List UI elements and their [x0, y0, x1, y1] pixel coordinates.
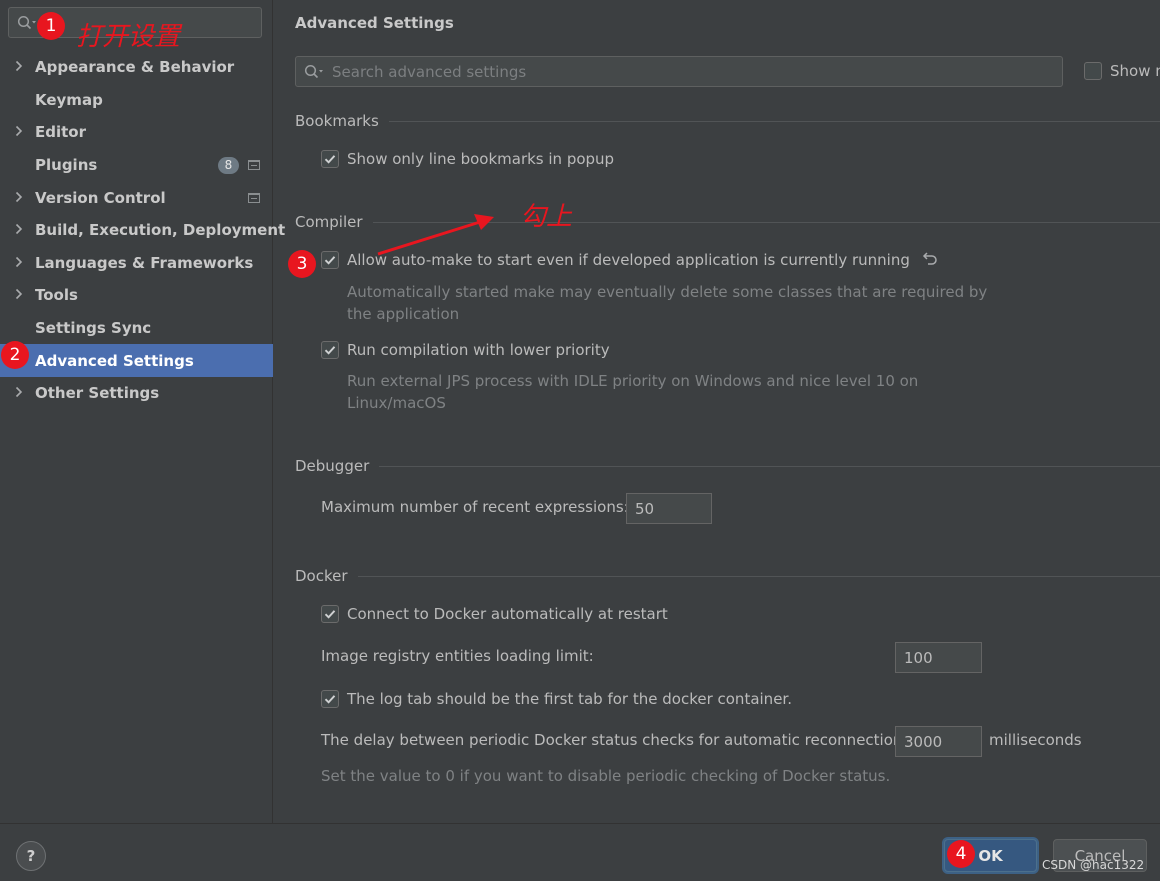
sidebar-item-editor[interactable]: Editor	[0, 116, 273, 149]
sidebar-item-label: Appearance & Behavior	[35, 58, 235, 77]
search-input[interactable]	[332, 57, 1032, 86]
show-modified-checkbox[interactable]: Show n	[1084, 62, 1160, 80]
option-description: Automatically started make may eventuall…	[347, 283, 988, 323]
sidebar-item-keymap[interactable]: Keymap	[0, 84, 273, 117]
section-title: Compiler	[295, 213, 363, 231]
checkbox-unchecked-icon[interactable]	[1084, 62, 1102, 80]
section-header-compiler: Compiler	[295, 213, 1160, 231]
annotation-marker-1: 1	[37, 12, 65, 40]
option-label: The log tab should be the first tab for …	[347, 690, 792, 708]
chevron-right-icon	[14, 123, 24, 141]
section-divider	[357, 575, 1160, 577]
advanced-settings-search[interactable]	[295, 56, 1063, 87]
chevron-right-icon	[14, 221, 24, 239]
option-lower-priority-compilation[interactable]: Run compilation with lower priority	[321, 341, 610, 359]
section-title: Docker	[295, 567, 348, 585]
sidebar-item-label: Editor	[35, 123, 86, 142]
registry-limit-input[interactable]: 100	[895, 642, 982, 673]
option-label: Allow auto-make to start even if develop…	[347, 251, 910, 269]
option-description: Run external JPS process with IDLE prior…	[347, 372, 919, 412]
sidebar-item-tools[interactable]: Tools	[0, 279, 273, 312]
checkbox-checked-icon[interactable]	[321, 251, 339, 269]
section-header-debugger: Debugger	[295, 457, 1160, 475]
project-level-icon	[248, 192, 260, 203]
option-label: Run compilation with lower priority	[347, 341, 610, 359]
checkbox-checked-icon[interactable]	[321, 341, 339, 359]
dialog-footer: ? OK Cancel CSDN @hac1322	[0, 823, 1160, 881]
option-connect-docker-restart[interactable]: Connect to Docker automatically at resta…	[321, 605, 668, 623]
chevron-right-icon	[14, 286, 24, 304]
settings-nav: Appearance & Behavior Keymap Editor Plug…	[0, 51, 285, 410]
chevron-right-icon	[14, 254, 24, 272]
option-log-tab-first[interactable]: The log tab should be the first tab for …	[321, 690, 792, 708]
sidebar-item-settings-sync[interactable]: Settings Sync	[0, 312, 273, 345]
plugins-count-badge: 8	[218, 156, 239, 174]
sidebar-item-appearance-behavior[interactable]: Appearance & Behavior	[0, 51, 273, 84]
sidebar-item-label: Keymap	[35, 90, 103, 109]
watermark: CSDN @hac1322	[1042, 858, 1145, 872]
help-button[interactable]: ?	[16, 841, 46, 871]
checkbox-checked-icon[interactable]	[321, 150, 339, 168]
sidebar-item-label: Plugins	[35, 156, 98, 175]
sidebar-item-label: Languages & Frameworks	[35, 253, 254, 272]
option-allow-auto-make[interactable]: Allow auto-make to start even if develop…	[321, 251, 938, 269]
sidebar-item-label: Settings Sync	[35, 319, 152, 338]
sidebar-item-label: Tools	[35, 286, 78, 305]
max-recent-expressions-label: Maximum number of recent expressions:	[321, 498, 629, 516]
option-label: Show only line bookmarks in popup	[347, 150, 615, 168]
registry-limit-label: Image registry entities loading limit:	[321, 647, 594, 665]
section-title: Debugger	[295, 457, 370, 475]
search-icon	[304, 64, 324, 84]
section-divider	[379, 465, 1160, 467]
section-divider	[372, 221, 1160, 223]
max-recent-expressions-input[interactable]: 50	[626, 493, 712, 524]
docker-delay-label: The delay between periodic Docker status…	[321, 731, 908, 749]
sidebar-item-languages-frameworks[interactable]: Languages & Frameworks	[0, 247, 273, 280]
reset-undo-icon[interactable]	[922, 251, 938, 269]
section-title: Bookmarks	[295, 112, 379, 130]
chevron-right-icon	[14, 58, 24, 76]
chevron-right-icon	[14, 384, 24, 402]
settings-sidebar: Appearance & Behavior Keymap Editor Plug…	[0, 0, 285, 823]
option-line-bookmarks-popup[interactable]: Show only line bookmarks in popup	[321, 150, 614, 168]
section-header-bookmarks: Bookmarks	[295, 112, 1160, 130]
docker-delay-unit: milliseconds	[989, 731, 1082, 749]
chevron-right-icon	[14, 189, 24, 207]
annotation-marker-3: 3	[288, 250, 316, 278]
docker-delay-note: Set the value to 0 if you want to disabl…	[321, 767, 891, 785]
sidebar-item-label: Build, Execution, Deployment	[35, 221, 286, 240]
search-icon	[17, 15, 37, 35]
checkbox-checked-icon[interactable]	[321, 605, 339, 623]
docker-delay-input[interactable]: 3000	[895, 726, 982, 757]
sidebar-item-label: Other Settings	[35, 384, 160, 403]
sidebar-item-label: Advanced Settings	[35, 351, 194, 370]
project-level-icon	[248, 160, 260, 171]
sidebar-item-other-settings[interactable]: Other Settings	[0, 377, 273, 410]
sidebar-item-advanced-settings[interactable]: Advanced Settings	[0, 344, 273, 377]
option-label: Connect to Docker automatically at resta…	[347, 605, 668, 623]
section-header-docker: Docker	[295, 567, 1160, 585]
checkbox-checked-icon[interactable]	[321, 690, 339, 708]
annotation-text-check-it: 勾上	[520, 202, 573, 232]
sidebar-item-label: Version Control	[35, 188, 166, 207]
page-title: Advanced Settings	[295, 14, 454, 32]
sidebar-item-plugins[interactable]: Plugins 8	[0, 149, 273, 182]
show-modified-label: Show n	[1110, 62, 1160, 80]
advanced-settings-panel: Advanced Settings Show n Bookmarks Show …	[274, 0, 1160, 823]
section-divider	[388, 120, 1160, 122]
annotation-marker-2: 2	[1, 341, 29, 369]
annotation-text-open-settings: 打开设置	[76, 22, 181, 52]
sidebar-item-version-control[interactable]: Version Control	[0, 181, 273, 214]
annotation-marker-4: 4	[947, 840, 975, 868]
sidebar-item-build-execution-deployment[interactable]: Build, Execution, Deployment	[0, 214, 285, 247]
